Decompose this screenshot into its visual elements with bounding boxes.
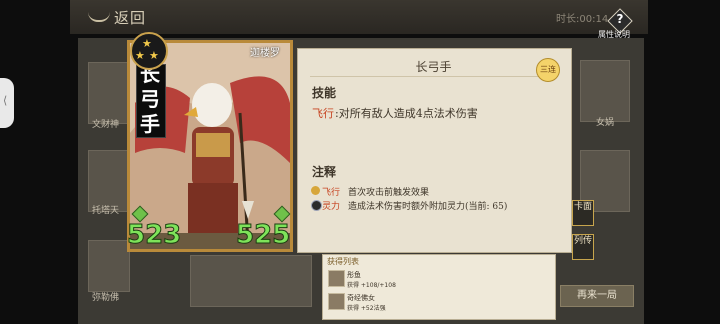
hero-info-panel xyxy=(297,48,572,253)
duration-label: 时长:00:14 xyxy=(556,14,609,25)
play-again-button[interactable]: 再来一局 xyxy=(560,285,634,307)
notes-heading: 注释 xyxy=(312,165,337,179)
skills-heading: 技能 xyxy=(312,86,337,100)
flying-icon xyxy=(311,186,320,195)
divider xyxy=(310,76,558,77)
note-description: 首次攻击前触发效果 xyxy=(348,188,430,198)
attack-value: 523 xyxy=(126,220,182,251)
skill-description: :对所有敌人造成4点法术伤害 xyxy=(335,107,478,120)
board-card xyxy=(580,60,630,122)
health-value: 525 xyxy=(235,220,291,251)
reward-list-title: 获得列表 xyxy=(327,257,359,266)
note-description: 造成法术伤害时额外附加灵力(当前: 65) xyxy=(348,202,508,212)
card-face-button[interactable]: 卡面 xyxy=(572,200,594,226)
board-card-label: 弥勒佛 xyxy=(92,293,120,303)
help-glyph: ? xyxy=(616,12,624,26)
note-name: 飞行 xyxy=(322,188,341,198)
board-card xyxy=(190,255,312,307)
phone-side-tab[interactable]: ⟨ xyxy=(0,78,14,128)
star-rating: ★ ★ ★ xyxy=(130,32,168,70)
reward-row-gain: 获得 +52法强 xyxy=(347,305,386,312)
board-card xyxy=(88,240,130,292)
panel-title: 长弓手 xyxy=(415,60,452,74)
triple-badge: 三连 xyxy=(536,58,560,82)
chevron-left-icon: ⟨ xyxy=(3,94,8,107)
reward-row-name: 彤鱼 xyxy=(347,271,361,279)
avatar xyxy=(328,270,345,287)
hero-name: 长弓手 xyxy=(140,62,160,136)
spirit-icon xyxy=(311,200,322,211)
star-icon: ★ xyxy=(135,49,145,62)
board-card-label: 女娲 xyxy=(596,118,615,128)
reward-row-name: 奇经佛女 xyxy=(347,294,375,302)
board-card xyxy=(88,62,130,124)
reward-row-gain: 获得 +108/+108 xyxy=(347,282,396,289)
note-name: 灵力 xyxy=(322,202,341,212)
star-icon: ★ xyxy=(149,49,159,62)
biography-button[interactable]: 列传 xyxy=(572,234,594,260)
board-card-label: 文财神 xyxy=(92,120,120,130)
hero-rank: 迦楼罗 xyxy=(250,48,280,59)
avatar xyxy=(328,293,345,310)
back-button[interactable]: 返回 xyxy=(114,7,146,28)
skill-name: 飞行 xyxy=(312,107,334,120)
board-card-label: 托塔天 xyxy=(92,206,120,216)
